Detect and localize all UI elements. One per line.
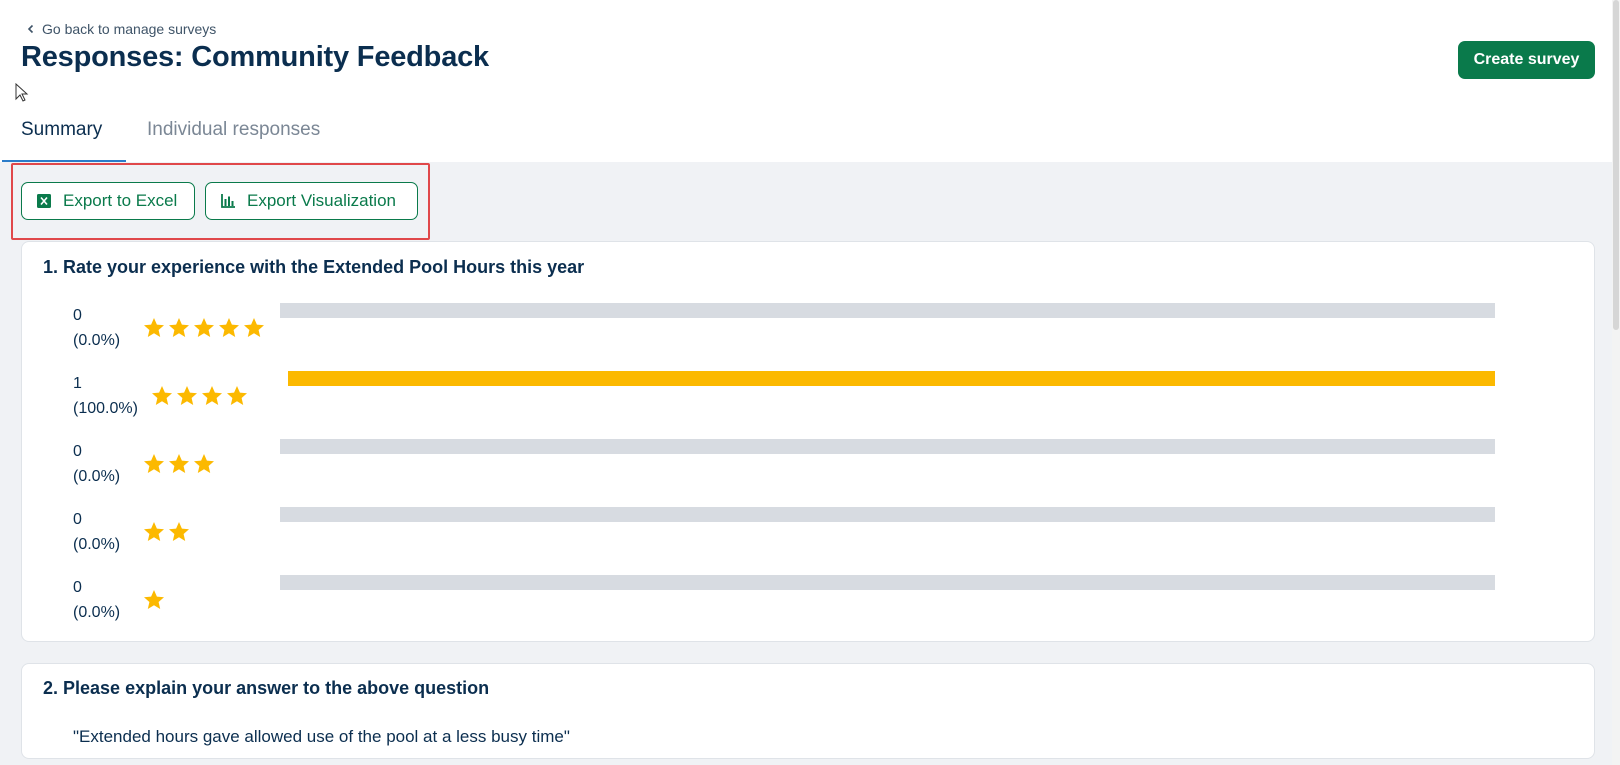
star-icon	[144, 454, 164, 473]
star-rating	[142, 520, 191, 544]
rating-count: 1 (100.0%)	[73, 371, 138, 421]
rating-row: 1 (100.0%)	[22, 371, 1594, 431]
chevron-left-icon	[27, 24, 34, 34]
rating-count: 0 (0.0%)	[73, 575, 120, 625]
rating-bar-track	[280, 439, 1495, 454]
page-title: Responses: Community Feedback	[21, 41, 489, 73]
star-icon	[169, 318, 189, 337]
excel-icon	[37, 194, 51, 208]
tab-summary[interactable]: Summary	[0, 112, 126, 162]
rating-count-value: 1	[73, 375, 82, 392]
star-icon	[152, 386, 172, 405]
star-rating	[142, 588, 166, 612]
star-rating	[142, 452, 216, 476]
star-rating	[150, 384, 249, 408]
question-card: 1. Rate your experience with the Extende…	[21, 241, 1595, 642]
export-visualization-label: Export Visualization	[247, 191, 396, 210]
mouse-cursor-icon	[15, 83, 29, 102]
star-rating	[142, 316, 266, 340]
question-title: 1. Rate your experience with the Extende…	[43, 257, 585, 277]
star-icon	[219, 318, 239, 337]
star-icon	[144, 522, 164, 541]
rating-count-value: 0	[73, 443, 82, 460]
rating-percent: (0.0%)	[73, 468, 121, 485]
star-icon	[169, 454, 189, 473]
page-header: Go back to manage surveys Responses: Com…	[0, 0, 1612, 162]
star-icon	[202, 386, 222, 405]
rating-row: 0 (0.0%)	[22, 439, 1594, 499]
app: Go back to manage surveys Responses: Com…	[0, 0, 1620, 765]
star-icon	[194, 318, 214, 337]
rating-count-value: 0	[73, 579, 82, 596]
question-card: 2. Please explain your answer to the abo…	[21, 663, 1595, 759]
rating-percent: (100.0%)	[73, 400, 138, 417]
scrollbar[interactable]	[1612, 0, 1620, 765]
back-link-label: Go back to manage surveys	[42, 21, 217, 37]
star-icon	[244, 318, 264, 337]
rating-count-value: 0	[73, 307, 82, 324]
rating-bar-track	[288, 371, 1495, 386]
export-excel-button[interactable]: Export to Excel	[21, 182, 195, 220]
rating-count: 0 (0.0%)	[73, 439, 120, 489]
star-icon	[144, 590, 164, 609]
rating-percent: (0.0%)	[73, 604, 121, 621]
scrollbar-thumb[interactable]	[1613, 0, 1619, 330]
star-icon	[194, 454, 214, 473]
rating-row: 0 (0.0%)	[22, 507, 1594, 567]
text-answer: "Extended hours gave allowed use of the …	[73, 727, 570, 746]
create-survey-button[interactable]: Create survey	[1458, 41, 1595, 79]
back-link[interactable]: Go back to manage surveys	[26, 21, 216, 37]
export-visualization-button[interactable]: Export Visualization	[205, 182, 418, 220]
rating-row: 0 (0.0%)	[22, 303, 1594, 363]
rating-bar-track	[280, 575, 1495, 590]
star-icon	[169, 522, 189, 541]
rating-bar-track	[280, 507, 1495, 522]
bar-chart-icon	[221, 194, 235, 208]
tab-bar: Summary Individual responses	[0, 112, 320, 162]
rating-count-value: 0	[73, 511, 82, 528]
export-excel-label: Export to Excel	[63, 191, 178, 210]
rating-bar-fill	[288, 371, 1495, 386]
tab-individual-responses[interactable]: Individual responses	[126, 112, 320, 162]
star-icon	[144, 318, 164, 337]
star-icon	[227, 386, 247, 405]
rating-bar-track	[280, 303, 1495, 318]
star-icon	[177, 386, 197, 405]
rating-row: 0 (0.0%)	[22, 575, 1594, 635]
rating-percent: (0.0%)	[73, 536, 121, 553]
rating-percent: (0.0%)	[73, 332, 121, 349]
question-title: 2. Please explain your answer to the abo…	[43, 678, 490, 698]
rating-count: 0 (0.0%)	[73, 507, 120, 557]
rating-count: 0 (0.0%)	[73, 303, 120, 353]
